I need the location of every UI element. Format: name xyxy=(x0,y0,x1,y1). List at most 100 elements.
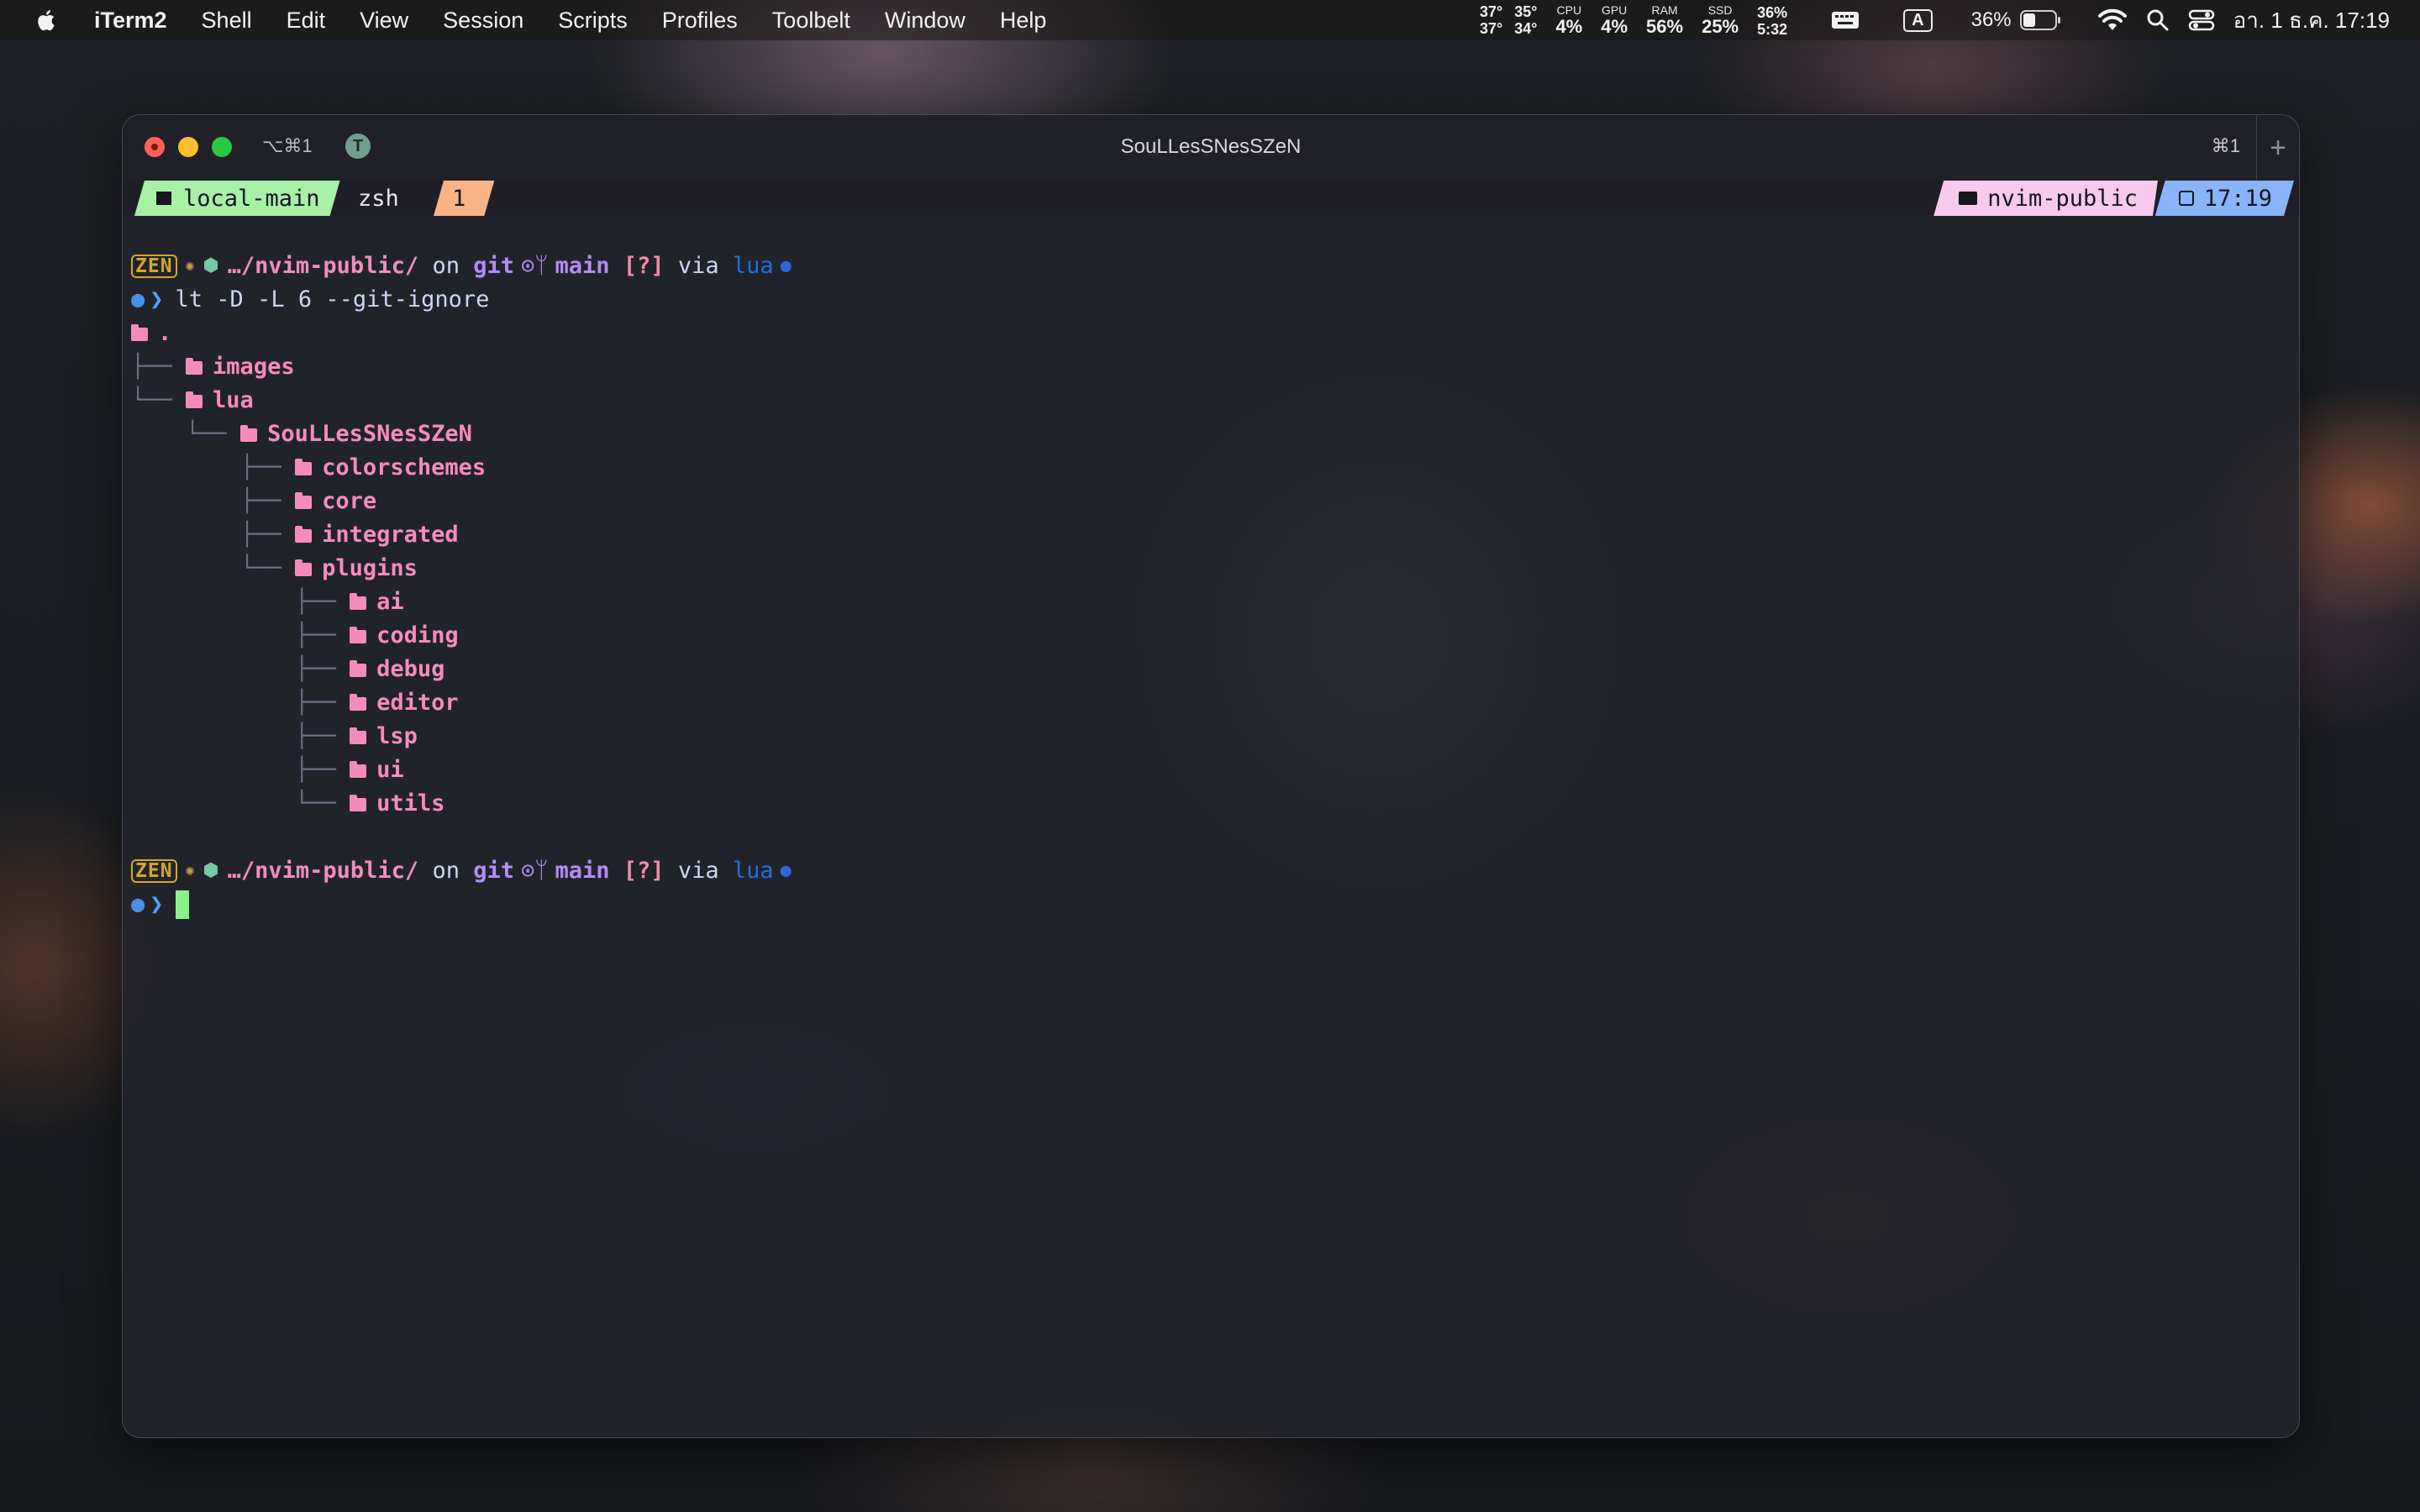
temp-d: 34° xyxy=(1514,20,1538,37)
menu-view[interactable]: View xyxy=(360,8,408,34)
wifi-icon[interactable] xyxy=(2097,8,2128,32)
status-pane[interactable]: 1 xyxy=(434,181,494,216)
menu-app-name[interactable]: iTerm2 xyxy=(94,8,167,34)
prompt-on: on xyxy=(432,253,460,279)
folder-name: ui xyxy=(376,757,404,783)
tree-branch: ├── xyxy=(131,522,281,548)
prompt-branch: main xyxy=(555,858,610,884)
directory-name: nvim-public xyxy=(1987,185,2138,212)
menu-help[interactable]: Help xyxy=(1000,8,1047,34)
tree-branch: ├── xyxy=(131,454,281,480)
folder-icon xyxy=(1959,192,1977,205)
folder-name: editor xyxy=(376,690,459,716)
tree-entry: ├── ui xyxy=(131,753,404,787)
window-name: zsh xyxy=(358,185,399,212)
menubar-clock[interactable]: อา. 1 ธ.ค. 17:19 xyxy=(2233,3,2390,38)
prompt-chevron: ❯ xyxy=(150,891,164,917)
tree-branch: ├── xyxy=(131,589,336,615)
time-value: 17:19 xyxy=(2203,185,2272,212)
text-cursor xyxy=(175,890,189,919)
session-name: local-main xyxy=(183,185,320,212)
tree-entry: . xyxy=(131,317,171,350)
tree-entry: └── utils xyxy=(131,787,445,821)
tmux-status-line: local-main zsh 1 nvim-public 17:19 xyxy=(123,181,2299,216)
folder-name: plugins xyxy=(322,555,418,581)
folder-icon xyxy=(350,627,367,643)
title-bar[interactable]: ⌥⌘1 T SouLLesSNesSZeN ⌘1 + xyxy=(123,115,2299,181)
ram-stat[interactable]: RAM 56% xyxy=(1646,4,1683,36)
prompt-git: git xyxy=(473,253,515,279)
command-line: ● ❯ lt -D -L 6 --git-ignore xyxy=(131,283,489,317)
terminal-output[interactable]: ZEN ✺ ⬢ …/nvim-public/ on git ⊙ᛘ main [?… xyxy=(131,249,2291,1437)
temp-b: 35° xyxy=(1514,3,1538,20)
apple-prompt-icon: ● xyxy=(131,891,145,917)
folder-icon xyxy=(186,358,203,375)
prompt-via: via xyxy=(677,253,719,279)
keyboard-icon[interactable] xyxy=(1831,9,1860,31)
lua-moon-icon: ● xyxy=(780,860,792,881)
package-icon: ⬢ xyxy=(203,860,219,881)
new-tab-button[interactable]: + xyxy=(2256,115,2299,181)
prompt-path: …/nvim-public/ xyxy=(227,858,419,884)
gear-icon: ✺ xyxy=(185,257,195,275)
tree-entry: ├── images xyxy=(131,350,295,384)
temperature-stats[interactable]: 37° 35° 37° 34° xyxy=(1480,4,1537,36)
input-line[interactable]: ● ❯ xyxy=(131,888,189,921)
folder-name: SouLLesSNesSZeN xyxy=(267,421,472,447)
terminal-window: ⌥⌘1 T SouLLesSNesSZeN ⌘1 + local-main zs… xyxy=(122,114,2300,1438)
folder-name: lsp xyxy=(376,723,418,749)
temp-a: 37° xyxy=(1479,3,1503,20)
menu-scripts[interactable]: Scripts xyxy=(558,8,628,34)
control-center-icon[interactable] xyxy=(2188,8,2215,32)
menu-toolbelt[interactable]: Toolbelt xyxy=(772,8,850,34)
calendar-icon xyxy=(2179,191,2194,206)
github-branch-icon: ⊙ᛘ xyxy=(521,253,549,279)
lua-moon-icon: ● xyxy=(780,255,792,276)
prompt-git-status: [?] xyxy=(623,858,665,884)
tree-branch: ├── xyxy=(131,690,336,716)
prompt-git: git xyxy=(473,858,515,884)
status-session[interactable]: local-main xyxy=(134,181,340,216)
menu-bar: iTerm2 Shell Edit View Session Scripts P… xyxy=(0,0,2420,40)
cpu-label: CPU xyxy=(1556,3,1582,17)
gpu-stat[interactable]: GPU 4% xyxy=(1601,4,1628,36)
folder-name: . xyxy=(158,320,172,346)
folder-name: coding xyxy=(376,622,459,648)
folder-icon xyxy=(350,761,367,778)
tab-shortcut: ⌘1 xyxy=(2211,135,2240,156)
gpu-value: 4% xyxy=(1601,16,1628,37)
status-window[interactable]: zsh xyxy=(358,181,399,216)
tree-branch: └── xyxy=(131,421,227,447)
apple-logo-icon[interactable] xyxy=(35,8,55,32)
input-source-label: A xyxy=(1903,8,1933,32)
folder-icon xyxy=(295,492,313,509)
cpu-stat[interactable]: CPU 4% xyxy=(1555,4,1582,36)
ssd-stat[interactable]: SSD 25% xyxy=(1702,4,1739,36)
battery-stat[interactable]: 36% 5:32 xyxy=(1757,3,1787,37)
menu-session[interactable]: Session xyxy=(443,8,523,34)
tree-entry: ├── integrated xyxy=(131,518,459,552)
ram-value: 56% xyxy=(1646,16,1684,37)
search-icon[interactable] xyxy=(2146,8,2170,32)
tree-entry: └── plugins xyxy=(131,552,418,585)
menu-window[interactable]: Window xyxy=(885,8,965,34)
gpu-label: GPU xyxy=(1601,3,1628,17)
menu-shell[interactable]: Shell xyxy=(202,8,252,34)
command-text: lt -D -L 6 --git-ignore xyxy=(175,286,490,312)
menu-edit[interactable]: Edit xyxy=(287,8,326,34)
folder-name: utils xyxy=(376,790,445,816)
folder-icon xyxy=(240,425,258,442)
menu-profiles[interactable]: Profiles xyxy=(662,8,738,34)
prompt-on: on xyxy=(432,858,460,884)
gear-icon: ✺ xyxy=(185,862,195,879)
folder-icon xyxy=(295,459,313,475)
prompt-branch: main xyxy=(555,253,610,279)
tree-entry: ├── lsp xyxy=(131,720,418,753)
folder-name: images xyxy=(213,354,295,380)
folder-icon xyxy=(350,660,367,677)
ram-label: RAM xyxy=(1651,3,1678,17)
input-source-indicator[interactable]: A xyxy=(1903,8,1933,32)
status-directory: nvim-public xyxy=(1933,181,2158,216)
battery-indicator[interactable]: 36% xyxy=(1971,8,2062,32)
tree-entry: ├── coding xyxy=(131,619,459,653)
